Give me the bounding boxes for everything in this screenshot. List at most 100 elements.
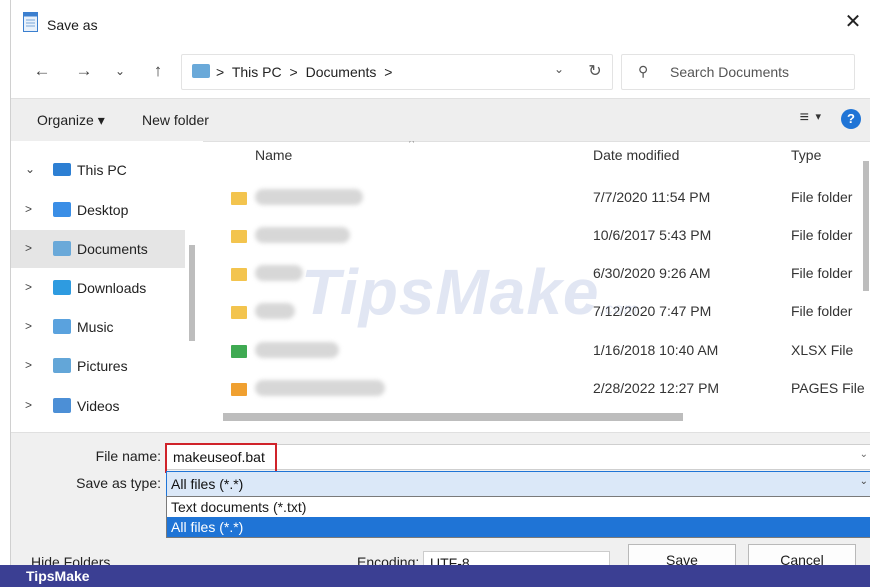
chevron-down-icon[interactable]: ⌄ bbox=[860, 476, 868, 487]
back-arrow-icon[interactable]: ← bbox=[31, 60, 53, 82]
file-date: 1/16/2018 10:40 AM bbox=[593, 342, 719, 358]
sidebar-item-videos[interactable]: > Videos bbox=[11, 387, 185, 425]
file-date: 7/7/2020 11:54 PM bbox=[593, 189, 711, 205]
pictures-icon bbox=[53, 358, 71, 373]
breadcrumb: > This PC > Documents > bbox=[216, 64, 396, 80]
watermark-suffix: .com bbox=[599, 301, 639, 318]
chevron-down-icon[interactable]: ⌄ bbox=[860, 449, 868, 460]
view-dropdown-icon[interactable]: ▾ bbox=[815, 110, 821, 123]
sidebar-item-desktop[interactable]: > Desktop bbox=[11, 191, 185, 229]
computer-icon bbox=[53, 163, 71, 176]
window-title: Save as bbox=[47, 17, 98, 33]
save-as-type-select[interactable]: All files (*.*) ⌄ bbox=[166, 471, 870, 497]
chevron-down-icon[interactable]: ⌄ bbox=[554, 62, 564, 76]
view-options-icon[interactable]: ≡ bbox=[800, 109, 809, 127]
navigation-bar: ← → ⌄ ↑ > This PC > Documents > ⌄ ↻ ⚲ Se… bbox=[11, 46, 870, 98]
pages-document-icon bbox=[231, 383, 247, 396]
command-bar: Organize ▾ New folder ≡ ▾ ? bbox=[11, 98, 870, 142]
file-type: File folder bbox=[791, 227, 853, 243]
folder-icon bbox=[231, 268, 247, 281]
music-icon bbox=[53, 319, 71, 334]
option-all-files[interactable]: All files (*.*) bbox=[167, 517, 870, 537]
sidebar-item-label: Documents bbox=[77, 241, 148, 257]
refresh-icon[interactable]: ↻ bbox=[578, 55, 612, 89]
file-type: File folder bbox=[791, 265, 853, 281]
navigation-scrollbar[interactable] bbox=[189, 245, 195, 341]
file-name-blurred bbox=[255, 303, 295, 319]
breadcrumb-separator: > bbox=[289, 64, 298, 80]
file-date: 10/6/2017 5:43 PM bbox=[593, 227, 712, 243]
search-placeholder: Search Documents bbox=[670, 64, 790, 80]
column-header-type[interactable]: Type bbox=[791, 147, 821, 163]
sidebar-item-documents[interactable]: > Documents bbox=[11, 230, 185, 268]
documents-icon bbox=[53, 241, 71, 256]
breadcrumb-documents[interactable]: Documents bbox=[306, 64, 377, 80]
chevron-right-icon[interactable]: > bbox=[25, 280, 32, 294]
sidebar-item-label: Music bbox=[77, 319, 114, 335]
option-text-documents[interactable]: Text documents (*.txt) bbox=[167, 497, 870, 517]
breadcrumb-separator: > bbox=[216, 64, 225, 80]
sidebar-item-label: Pictures bbox=[77, 358, 128, 374]
brand-label: TipsMake bbox=[26, 568, 90, 584]
file-name-blurred bbox=[255, 189, 363, 205]
desktop-icon bbox=[53, 202, 71, 217]
sidebar-item-pictures[interactable]: > Pictures bbox=[11, 347, 185, 385]
search-input[interactable]: ⚲ Search Documents bbox=[621, 54, 855, 90]
sidebar-item-label: Videos bbox=[77, 398, 120, 414]
file-row[interactable]: 7/7/2020 11:54 PM File folder bbox=[203, 181, 853, 219]
forward-arrow-icon[interactable]: → bbox=[73, 60, 95, 82]
folder-icon bbox=[231, 306, 247, 319]
dialog-footer-row: Hide Folders Encoding: UTF-8 bbox=[11, 543, 870, 566]
sort-ascending-icon: ^ bbox=[409, 141, 415, 149]
spreadsheet-icon bbox=[231, 345, 247, 358]
file-row[interactable]: 10/6/2017 5:43 PM File folder bbox=[203, 219, 853, 257]
file-name-field[interactable]: makeuseof.bat ⌄ bbox=[165, 443, 870, 473]
file-type: PAGES File bbox=[791, 380, 865, 396]
file-date: 2/28/2022 12:27 PM bbox=[593, 380, 720, 396]
organize-button[interactable]: Organize ▾ bbox=[37, 112, 105, 129]
file-row[interactable]: 1/16/2018 10:40 AM XLSX File bbox=[203, 334, 853, 372]
folder-icon bbox=[231, 192, 247, 205]
up-arrow-icon[interactable]: ↑ bbox=[147, 60, 169, 82]
file-row[interactable]: 2/28/2022 12:27 PM PAGES File bbox=[203, 372, 865, 410]
save-as-type-options: Text documents (*.txt) All files (*.*) bbox=[166, 496, 870, 538]
breadcrumb-separator[interactable]: > bbox=[384, 64, 392, 80]
encoding-select[interactable]: UTF-8 bbox=[423, 551, 610, 566]
file-list-horizontal-scrollbar[interactable] bbox=[223, 413, 683, 421]
file-list-vertical-scrollbar[interactable] bbox=[863, 161, 869, 291]
file-name-blurred bbox=[255, 342, 339, 358]
sidebar-item-music[interactable]: > Music bbox=[11, 308, 185, 346]
save-as-dialog: Save as ✕ ← → ⌄ ↑ > This PC > Documents … bbox=[10, 0, 870, 576]
address-bar[interactable]: > This PC > Documents > ⌄ ↻ bbox=[181, 54, 613, 90]
downloads-icon bbox=[53, 280, 71, 295]
watermark-text: TipsMake bbox=[301, 256, 600, 328]
chevron-down-icon[interactable]: ⌄ bbox=[25, 162, 35, 176]
sidebar-item-label: This PC bbox=[77, 162, 127, 178]
recent-locations-icon[interactable]: ⌄ bbox=[109, 60, 131, 82]
folder-icon bbox=[231, 230, 247, 243]
chevron-right-icon[interactable]: > bbox=[25, 358, 32, 372]
file-type: File folder bbox=[791, 303, 853, 319]
tipsmake-watermark: TipsMake.com bbox=[301, 255, 638, 329]
help-icon[interactable]: ? bbox=[841, 109, 861, 129]
file-type: File folder bbox=[791, 189, 853, 205]
videos-icon bbox=[53, 398, 71, 413]
file-name-label: File name: bbox=[95, 448, 161, 464]
sidebar-item-downloads[interactable]: > Downloads bbox=[11, 269, 185, 307]
chevron-right-icon[interactable]: > bbox=[25, 319, 32, 333]
chevron-right-icon[interactable]: > bbox=[25, 241, 32, 255]
navigation-pane: ⌄ This PC > Desktop > Documents > Downlo… bbox=[11, 141, 203, 431]
breadcrumb-this-pc[interactable]: This PC bbox=[232, 64, 282, 80]
chevron-right-icon[interactable]: > bbox=[25, 398, 32, 412]
documents-folder-icon bbox=[192, 64, 210, 78]
column-header-date-modified[interactable]: Date modified bbox=[593, 147, 679, 163]
new-folder-button[interactable]: New folder bbox=[142, 112, 209, 128]
file-name-value: makeuseof.bat bbox=[173, 449, 265, 465]
column-header-name[interactable]: Name bbox=[255, 147, 292, 163]
brand-footer-bar: TipsMake bbox=[0, 565, 870, 587]
file-name-blurred bbox=[255, 380, 385, 396]
close-icon[interactable]: ✕ bbox=[841, 10, 865, 34]
sidebar-item-this-pc[interactable]: ⌄ This PC bbox=[11, 151, 185, 189]
chevron-right-icon[interactable]: > bbox=[25, 202, 32, 216]
save-as-type-value: All files (*.*) bbox=[171, 476, 244, 492]
